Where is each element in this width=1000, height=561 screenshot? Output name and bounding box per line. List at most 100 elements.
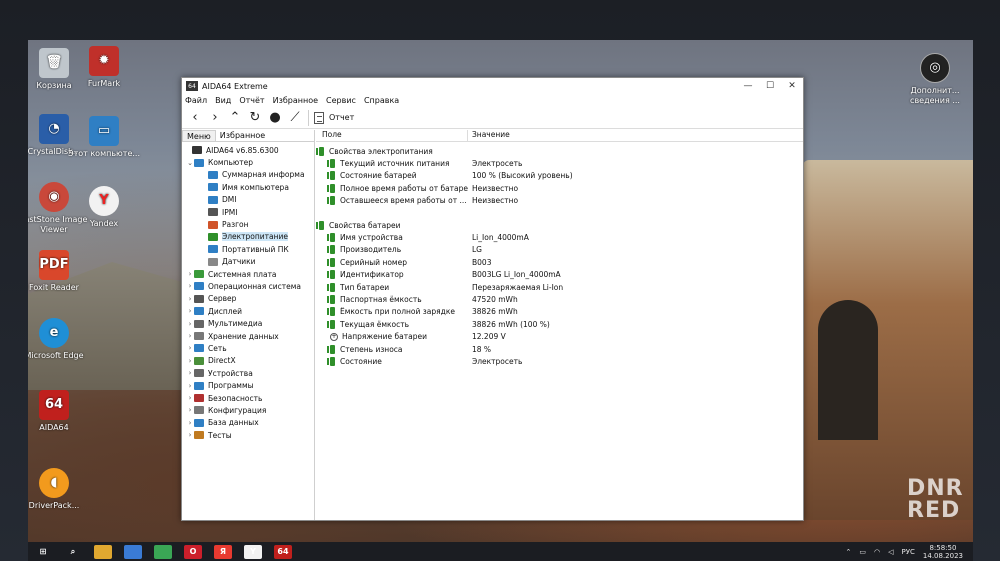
chart-icon[interactable]: ⟋ <box>285 109 305 127</box>
tree-expander-icon[interactable]: › <box>186 307 194 315</box>
tree-expander-icon[interactable]: › <box>186 332 194 340</box>
property-row[interactable]: Полное время работы от батаре... Неизвест… <box>316 182 803 194</box>
taskbar-chrome-icon[interactable] <box>154 544 172 559</box>
taskbar-search-icon[interactable]: ⌕ <box>64 545 82 559</box>
taskbar-aida64-icon[interactable]: 64 <box>274 544 292 559</box>
taskbar-start-icon[interactable]: ⊞ <box>34 545 52 559</box>
tree-item[interactable]: AIDA64 v6.85.6300 <box>182 144 314 156</box>
section-header[interactable]: Свойства батареи <box>316 219 803 231</box>
tree-item[interactable]: › Тесты <box>182 429 314 441</box>
section-header[interactable]: Свойства электропитания <box>316 145 803 157</box>
property-row[interactable]: Степень износа 18 % <box>316 343 803 355</box>
tree-expander-icon[interactable]: › <box>186 282 194 290</box>
property-row[interactable]: Серийный номер B003 <box>316 256 803 268</box>
tray-arrow-icon[interactable]: ⌃ <box>846 548 852 556</box>
tab-favorites[interactable]: Избранное <box>216 130 269 141</box>
property-row[interactable]: Паспортная ёмкость 47520 mWh <box>316 293 803 305</box>
tree-expander-icon[interactable]: › <box>186 406 194 414</box>
tree-expander-icon[interactable]: › <box>186 357 194 365</box>
tree-expander-icon[interactable]: › <box>186 382 194 390</box>
forward-icon[interactable]: › <box>205 109 225 127</box>
tree-item[interactable]: › Дисплей <box>182 305 314 317</box>
tree-expander-icon[interactable]: › <box>186 369 194 377</box>
volume-icon[interactable]: ◁ <box>888 548 893 556</box>
menu-report[interactable]: Отчёт <box>239 96 264 105</box>
desktop-icon-additional-info[interactable]: ◎ Дополнит... сведения ... <box>895 53 973 106</box>
desktop-icon-this-pc[interactable]: ▭ Этот компьюте... <box>68 116 140 159</box>
tree-expander-icon[interactable]: › <box>186 344 194 352</box>
close-button[interactable]: ✕ <box>781 81 803 91</box>
tree-item[interactable]: Портативный ПК <box>182 243 314 255</box>
menu-help[interactable]: Справка <box>364 96 399 105</box>
property-row[interactable]: Текущий источник питания Электросеть <box>316 157 803 169</box>
tree-expander-icon[interactable]: › <box>186 295 194 303</box>
tree-item[interactable]: › Конфигурация <box>182 404 314 416</box>
desktop-icon-driverpack[interactable]: ◖ DriverPack... <box>28 468 90 511</box>
tree-expander-icon[interactable]: › <box>186 270 194 278</box>
minimize-button[interactable]: — <box>737 81 759 91</box>
column-header-value[interactable]: Значение <box>468 130 510 141</box>
tree-item[interactable]: Датчики <box>182 256 314 268</box>
tree-item[interactable]: › Безопасность <box>182 392 314 404</box>
user-icon[interactable]: ● <box>265 109 285 127</box>
tree-item[interactable]: Имя компьютера <box>182 181 314 193</box>
battery-tray-icon[interactable]: ▭ <box>859 548 866 556</box>
taskbar-yandex-icon[interactable]: Y <box>244 544 262 559</box>
tree-item[interactable]: Электропитание <box>182 231 314 243</box>
property-row[interactable]: Состояние батарей 100 % (Высокий уровень) <box>316 170 803 182</box>
maximize-button[interactable]: ☐ <box>759 81 781 91</box>
tab-menu[interactable]: Меню <box>182 130 216 141</box>
property-row[interactable]: Имя устройства Li_Ion_4000mA <box>316 231 803 243</box>
tree-item[interactable]: › Устройства <box>182 367 314 379</box>
taskbar-store-icon[interactable] <box>124 544 142 559</box>
tree-item[interactable]: › Хранение данных <box>182 330 314 342</box>
tree-expander-icon[interactable]: › <box>186 431 194 439</box>
taskbar-opera-icon[interactable]: O <box>184 544 202 559</box>
tree-expander-icon[interactable]: ⌄ <box>186 159 194 167</box>
tree-item[interactable]: Разгон <box>182 218 314 230</box>
property-row[interactable]: Тип батареи Перезаряжаемая Li-Ion <box>316 281 803 293</box>
property-row[interactable]: Идентификатор B003LG Li_Ion_4000mA <box>316 269 803 281</box>
property-row[interactable]: Состояние Электросеть <box>316 355 803 367</box>
tree-item[interactable]: › DirectX <box>182 355 314 367</box>
report-button[interactable]: Отчет <box>314 111 354 124</box>
tree-item[interactable]: › Мультимедиа <box>182 317 314 329</box>
tree-item[interactable]: › Операционная система <box>182 280 314 292</box>
back-icon[interactable]: ‹ <box>185 109 205 127</box>
tree-item[interactable]: DMI <box>182 194 314 206</box>
tree-item[interactable]: › Системная плата <box>182 268 314 280</box>
tree-expander-icon[interactable]: › <box>186 320 194 328</box>
menu-favorites[interactable]: Избранное <box>273 96 318 105</box>
menu-service[interactable]: Сервис <box>326 96 356 105</box>
property-row[interactable]: Ёмкость при полной зарядке 38826 mWh <box>316 306 803 318</box>
tree-expander-icon[interactable]: › <box>186 419 194 427</box>
desktop-icon-edge[interactable]: e Microsoft Edge <box>28 318 90 361</box>
desktop-icon-furmark[interactable]: ✹ FurMark <box>68 46 140 89</box>
network-icon[interactable]: ◠ <box>874 548 880 556</box>
property-row[interactable]: Текущая ёмкость 38826 mWh (100 %) <box>316 318 803 330</box>
tree-item[interactable]: › Программы <box>182 379 314 391</box>
column-header-field[interactable]: Поле <box>316 130 468 141</box>
language-indicator[interactable]: РУС <box>902 548 915 556</box>
menu-view[interactable]: Вид <box>215 96 231 105</box>
clock[interactable]: 8:58:50 14.08.2023 <box>923 544 963 560</box>
taskbar-yandex-browser-icon[interactable]: Я <box>214 544 232 559</box>
up-icon[interactable]: ⌃ <box>225 109 245 127</box>
tree-item[interactable]: › Сеть <box>182 342 314 354</box>
tree-item[interactable]: Суммарная информа <box>182 169 314 181</box>
property-row[interactable]: Оставшееся время работы от ... Неизвестно <box>316 195 803 207</box>
taskbar-files-icon[interactable] <box>94 544 112 559</box>
property-row[interactable]: Производитель LG <box>316 244 803 256</box>
menu-file[interactable]: Файл <box>185 96 207 105</box>
tree-item[interactable]: › Сервер <box>182 293 314 305</box>
title-bar[interactable]: 64 AIDA64 Extreme — ☐ ✕ <box>182 78 803 94</box>
desktop-icon-yandex[interactable]: Y Yandex <box>68 186 140 229</box>
desktop-icon-foxit[interactable]: PDF Foxit Reader <box>28 250 90 293</box>
tree-item[interactable]: IPMI <box>182 206 314 218</box>
tree-item[interactable]: ⌄ Компьютер <box>182 156 314 168</box>
property-row[interactable]: + Напряжение батареи 12.209 V <box>316 330 803 342</box>
refresh-icon[interactable]: ↻ <box>245 109 265 127</box>
tree-expander-icon[interactable]: › <box>186 394 194 402</box>
tree-item[interactable]: › База данных <box>182 417 314 429</box>
desktop-icon-aida64[interactable]: 64 AIDA64 <box>28 390 90 433</box>
